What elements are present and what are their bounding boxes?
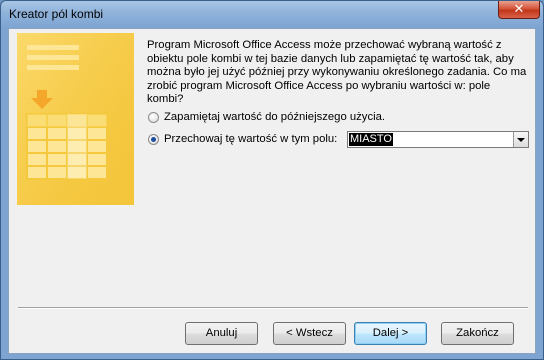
radio-store[interactable] [148,133,159,145]
title-bar[interactable]: Kreator pól kombi ✕ [1,1,543,27]
option-store[interactable]: Przechowaj tę wartość w tym polu: [148,131,337,147]
back-button[interactable]: < Wstecz [273,322,346,345]
close-button[interactable]: ✕ [498,1,540,19]
option-remember[interactable]: Zapamiętaj wartość do późniejszego użyci… [148,109,385,125]
illustration-line [27,45,79,50]
wizard-illustration [17,33,134,205]
field-combo-value: MIASTO [349,133,393,146]
next-button[interactable]: Dalej > [354,322,427,345]
wizard-content: Program Microsoft Office Access może prz… [8,28,536,354]
option-remember-label: Zapamiętaj wartość do późniejszego użyci… [164,111,386,123]
close-icon: ✕ [513,2,525,17]
field-combo[interactable]: MIASTO [347,131,529,148]
illustration-line [27,65,79,70]
chevron-down-icon[interactable] [513,132,528,147]
finish-button[interactable]: Zakończ [441,322,514,345]
option-store-label: Przechowaj tę wartość w tym polu: [164,133,338,145]
separator [18,307,528,309]
wizard-window: Kreator pól kombi ✕ Program Microsoft Of… [0,0,544,360]
illustration-line [27,55,79,60]
cancel-button[interactable]: Anuluj [185,322,258,345]
wizard-message: Program Microsoft Office Access może prz… [147,39,527,105]
window-title: Kreator pól kombi [9,7,104,21]
radio-remember[interactable] [148,111,159,123]
